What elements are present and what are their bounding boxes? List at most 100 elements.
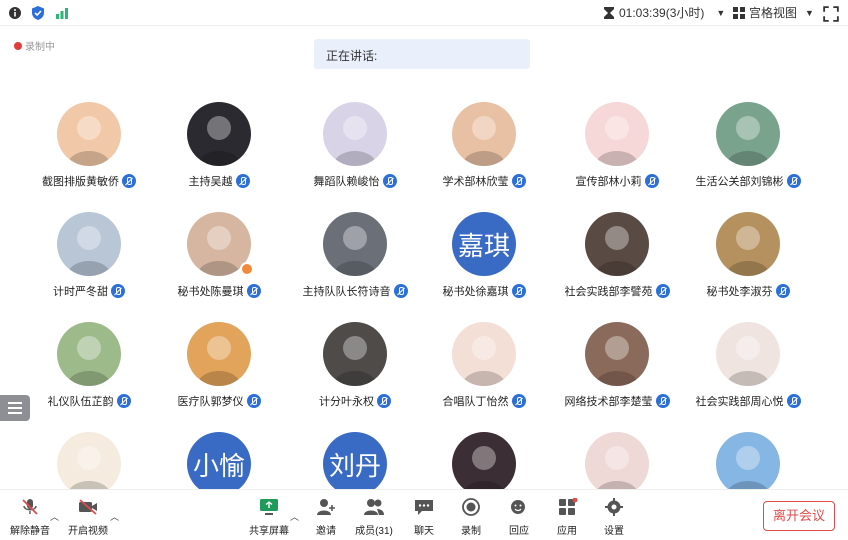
participant-name-text: 社会实践部李譬苑	[564, 286, 653, 298]
participant-tile[interactable]: 学术部林欣莹	[419, 102, 549, 202]
participant-name-text: 宣传部林小莉	[575, 176, 642, 188]
top-bar: 01:03:39(3小时) ▼ 宫格视图 ▼	[0, 0, 848, 26]
leave-meeting-button[interactable]: 离开会议	[763, 501, 835, 531]
participant-name-text: 秘书处陈曼琪	[177, 286, 244, 298]
participant-tile[interactable]: 嘉琪秘书处徐嘉琪	[419, 212, 549, 312]
participant-avatar: 嘉琪	[452, 212, 516, 276]
mic-muted-icon	[246, 394, 261, 408]
host-badge-icon	[240, 262, 254, 276]
participant-tile[interactable]: 宣传部林小莉	[552, 102, 682, 202]
participant-avatar	[716, 102, 780, 166]
chevron-up-icon[interactable]: ︿	[50, 510, 59, 523]
participant-tile[interactable]: 主持吴越	[154, 102, 284, 202]
participant-avatar	[452, 432, 516, 496]
chevron-up-icon[interactable]: ︿	[110, 510, 119, 523]
participant-name: 宣传部林小莉	[552, 173, 682, 189]
invite-button[interactable]: 邀请	[302, 498, 350, 537]
security-shield-icon[interactable]	[30, 5, 46, 21]
mic-muted-icon	[235, 174, 250, 188]
record-icon	[462, 498, 480, 516]
unmute-button[interactable]: 解除静音	[6, 498, 54, 537]
participant-name-text: 学术部林欣莹	[442, 176, 509, 188]
apps-button[interactable]: 应用	[543, 497, 591, 537]
participant-tile[interactable]: 截图排版黄敏侨	[24, 102, 154, 202]
participant-name-text: 主持吴越	[188, 176, 233, 188]
participant-tile[interactable]: 计时严冬甜	[24, 212, 154, 312]
participant-avatar	[187, 322, 251, 386]
view-mode-label: 宫格视图	[749, 6, 798, 20]
meeting-timer[interactable]: 01:03:39(3小时) ▼	[603, 4, 725, 21]
view-mode-button[interactable]: 宫格视图 ▼	[733, 4, 814, 21]
participant-name: 学术部林欣莹	[419, 173, 549, 189]
participant-tile[interactable]: 秘书处陈曼琪	[154, 212, 284, 312]
chevron-up-icon[interactable]: ︿	[290, 510, 299, 523]
mic-muted-icon	[246, 284, 261, 298]
participant-tile[interactable]: 主持队队长符诗音	[290, 212, 420, 312]
start-video-button[interactable]: 开启视频	[64, 498, 112, 537]
participant-name: 舞蹈队赖峻怡	[290, 173, 420, 189]
hourglass-icon	[604, 6, 614, 19]
reactions-button[interactable]: 回应	[495, 498, 543, 537]
add-person-icon	[317, 499, 335, 515]
start-video-label: 开启视频	[68, 526, 108, 537]
participant-name-text: 计时严冬甜	[53, 286, 108, 298]
participant-name: 网络技术部李楚莹	[552, 393, 682, 409]
share-screen-button[interactable]: 共享屏幕	[245, 498, 293, 537]
participant-avatar	[716, 212, 780, 276]
mic-muted-icon	[786, 174, 801, 188]
chevron-down-icon: ▼	[716, 7, 726, 18]
participant-name: 社会实践部李譬苑	[552, 283, 682, 299]
participant-avatar	[57, 102, 121, 166]
participant-name-text: 秘书处徐嘉琪	[442, 286, 509, 298]
fullscreen-icon[interactable]	[823, 6, 839, 22]
participant-tile[interactable]: 合唱队丁怡然	[419, 322, 549, 422]
chat-button[interactable]: 聊天	[400, 498, 448, 537]
mic-muted-icon	[393, 284, 408, 298]
record-button[interactable]: 录制	[447, 498, 495, 537]
speaking-label: 正在讲话:	[326, 49, 378, 63]
participant-tile[interactable]: 社会实践部周心悦	[683, 322, 813, 422]
mic-muted-icon	[511, 394, 526, 408]
participant-avatar	[57, 322, 121, 386]
participant-name: 秘书处李淑芬	[683, 283, 813, 299]
mic-muted-icon	[122, 174, 136, 188]
participant-tile[interactable]: 医疗队郭梦仪	[154, 322, 284, 422]
participant-avatar	[452, 102, 516, 166]
participant-name: 社会实践部周心悦	[683, 393, 813, 409]
mic-muted-icon	[116, 394, 131, 408]
participant-avatar	[323, 212, 387, 276]
members-button[interactable]: 成员(31)	[350, 498, 398, 537]
participant-tile[interactable]: 生活公关部刘锦彬	[683, 102, 813, 202]
chat-label: 聊天	[414, 526, 434, 537]
participant-tile[interactable]: 舞蹈队赖峻怡	[290, 102, 420, 202]
apps-icon	[559, 497, 578, 515]
participant-name: 礼仪队伍芷韵	[24, 393, 154, 409]
participant-avatar: 小愉	[187, 432, 251, 496]
participant-avatar	[585, 212, 649, 276]
bottom-toolbar: 解除静音 ︿ 开启视频 ︿ 共享屏幕 ︿ 邀请 成员(31) 聊天 录制 回应 …	[0, 489, 848, 540]
info-icon[interactable]	[7, 5, 23, 21]
reaction-icon	[511, 500, 525, 514]
settings-button[interactable]: 设置	[590, 498, 638, 537]
participant-name: 主持队队长符诗音	[290, 283, 420, 299]
mic-muted-icon	[655, 284, 670, 298]
side-panel-toggle[interactable]	[0, 395, 30, 421]
participant-tile[interactable]: 计分叶永权	[290, 322, 420, 422]
share-screen-label: 共享屏幕	[249, 526, 289, 537]
participant-tile[interactable]: 网络技术部李楚莹	[552, 322, 682, 422]
mic-muted-icon	[382, 174, 397, 188]
mic-muted-icon	[111, 284, 125, 298]
unmute-label: 解除静音	[10, 526, 50, 537]
participant-name: 秘书处陈曼琪	[154, 283, 284, 299]
recording-dot-icon	[14, 41, 22, 50]
participant-tile[interactable]: 社会实践部李譬苑	[552, 212, 682, 312]
mic-muted-icon	[22, 499, 38, 515]
reactions-label: 回应	[509, 526, 529, 537]
participant-tile[interactable]: 礼仪队伍芷韵	[24, 322, 154, 422]
participant-tile[interactable]: 秘书处李淑芬	[683, 212, 813, 312]
participant-name: 截图排版黄敏侨	[24, 173, 154, 189]
members-label: 成员(31)	[355, 526, 393, 537]
network-signal-icon[interactable]	[54, 5, 70, 21]
participant-name: 秘书处徐嘉琪	[419, 283, 549, 299]
participant-name: 合唱队丁怡然	[419, 393, 549, 409]
